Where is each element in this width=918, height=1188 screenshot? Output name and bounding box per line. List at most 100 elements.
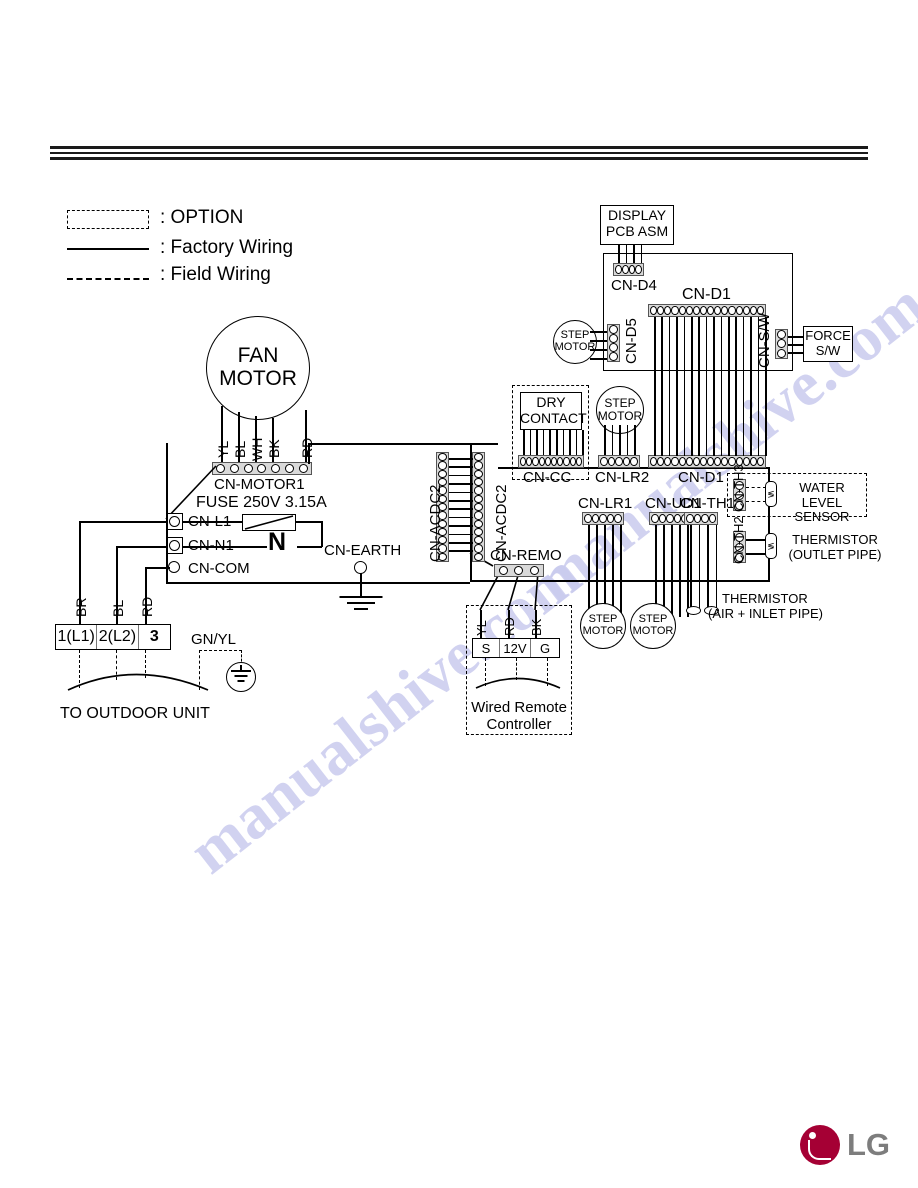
terminal-cell-3: 3 [149, 628, 159, 645]
connector-pin [650, 306, 658, 315]
connector-pin [685, 457, 693, 466]
lead-wire [449, 491, 473, 494]
thermistor-air-line2: (AIR + INLET PIPE) [708, 605, 823, 621]
display-pcb-title-line2: PCB ASM [605, 222, 669, 239]
remote-terminal-g: G [539, 640, 551, 656]
wiring-diagram-page: manualshive.com manualshive.com : OPTION… [0, 0, 918, 1188]
lead-wire [536, 430, 538, 456]
step-motor-d5-line2: MOTOR [554, 341, 596, 353]
legend-factory-swatch [67, 248, 149, 251]
lead-wire [449, 466, 473, 468]
field-wire-to-outdoor [79, 650, 80, 688]
lead-wire [626, 425, 629, 456]
remote-terminal-s: S [473, 639, 500, 657]
fan-motor-label-line2: MOTOR [219, 367, 297, 390]
connector-pin [686, 514, 694, 523]
feed-wire-label-bl: BL [110, 599, 126, 617]
connector-pin [607, 457, 616, 466]
connector-pin [600, 457, 608, 466]
connector-pin [438, 469, 447, 478]
connector-pin [474, 527, 483, 537]
header-rule [50, 152, 868, 154]
lead-wire [542, 430, 545, 456]
field-wire-to-outdoor [145, 650, 146, 678]
water-level-sensor-label: WATER LEVEL SENSOR [780, 480, 864, 525]
fan-motor-bus-wire [308, 443, 470, 445]
connector-pin [438, 461, 447, 470]
remote-field-wire [485, 658, 486, 686]
lead-wire [449, 500, 473, 502]
connector-pin [614, 514, 622, 523]
lead-wire [575, 430, 578, 456]
connector-pin [584, 514, 592, 523]
connector-pin [714, 457, 722, 466]
connector-pin [714, 306, 722, 315]
connector-pin [257, 464, 267, 473]
connector-pin [591, 514, 600, 523]
ground-wire-label: GN/YL [191, 631, 237, 648]
connector-cn-d1-top [648, 304, 766, 317]
lead-wire [590, 358, 608, 360]
wired-remote-terminal-block: S 12V G [472, 638, 560, 658]
remote-terminal-12v: 12V [500, 639, 531, 657]
lead-wire [449, 458, 473, 460]
connector-pin [651, 514, 659, 523]
connector-pin [657, 306, 665, 315]
connector-pin [671, 457, 679, 466]
connector-pin [673, 514, 682, 523]
cn-n1-wire [183, 546, 267, 548]
connector-cn-d5-label: CN-D5 [623, 318, 640, 364]
fan-wire-label-yl: YL [215, 440, 231, 458]
connector-pin [474, 494, 483, 503]
lead-wire [590, 340, 608, 342]
lead-wire [604, 425, 606, 456]
connector-pin [777, 348, 786, 358]
connector-pin [630, 457, 638, 466]
fan-wire-label-rd: RD [299, 437, 315, 458]
connector-pin [721, 306, 729, 315]
feed-wire-label-br: BR [73, 597, 89, 617]
lead-wire [449, 533, 473, 536]
outlet-thermistor-label: THERMISTOR (OUTLET PIPE) [780, 532, 890, 562]
feed-wire-rd [145, 567, 170, 569]
connector-pin [609, 352, 618, 361]
legend-option-label: : OPTION [160, 207, 244, 228]
feed-wire-label-rd: RD [139, 596, 155, 617]
wired-remote-line2: Controller [486, 715, 552, 733]
water-level-sensor-terminal: ≶ [765, 481, 777, 507]
connector-pin [742, 306, 750, 315]
lead-wire [562, 430, 565, 456]
connector-cn-acdc2-left-label: CN-ACDC2 [427, 484, 444, 562]
connector-pin [499, 566, 509, 575]
lead-wire [449, 516, 473, 519]
connector-pin [538, 457, 545, 466]
connector-cn-lr2 [598, 455, 640, 468]
lg-logo-text: LG [847, 1127, 891, 1162]
remote-wire-label-yl: YL [474, 620, 489, 636]
terminal-cn-com-label: CN-COM [188, 560, 250, 577]
connector-cn-cc-label: CN-CC [523, 469, 572, 486]
terminal-block: 1(L1) 2(L2) 3 [55, 624, 171, 650]
fuse-out-wire [295, 521, 323, 523]
connector-pin [685, 306, 693, 315]
pcb-left-rail [166, 443, 168, 583]
thermistor-outlet-line1: THERMISTOR [792, 532, 878, 547]
dry-contact-title-line1: DRY [536, 394, 566, 410]
connector-pin [692, 306, 700, 315]
connector-pin [678, 306, 686, 315]
lead-wire [449, 508, 473, 510]
ground-field-wire [199, 650, 200, 690]
fan-wire-label-wh: WH [249, 437, 265, 461]
connector-pin [664, 457, 672, 466]
wired-remote-line1: Wired Remote [471, 699, 567, 716]
connector-pin [230, 464, 240, 473]
outlet-thermistor-wire [746, 539, 766, 541]
lead-wire [619, 425, 621, 456]
connector-pin [658, 514, 667, 523]
connector-pin [438, 453, 447, 462]
lead-wire [449, 474, 473, 477]
connector-pin [707, 457, 715, 466]
connector-cn-cc [518, 455, 584, 468]
lead-wire [582, 430, 584, 456]
outlet-thermistor-wire [746, 553, 766, 555]
